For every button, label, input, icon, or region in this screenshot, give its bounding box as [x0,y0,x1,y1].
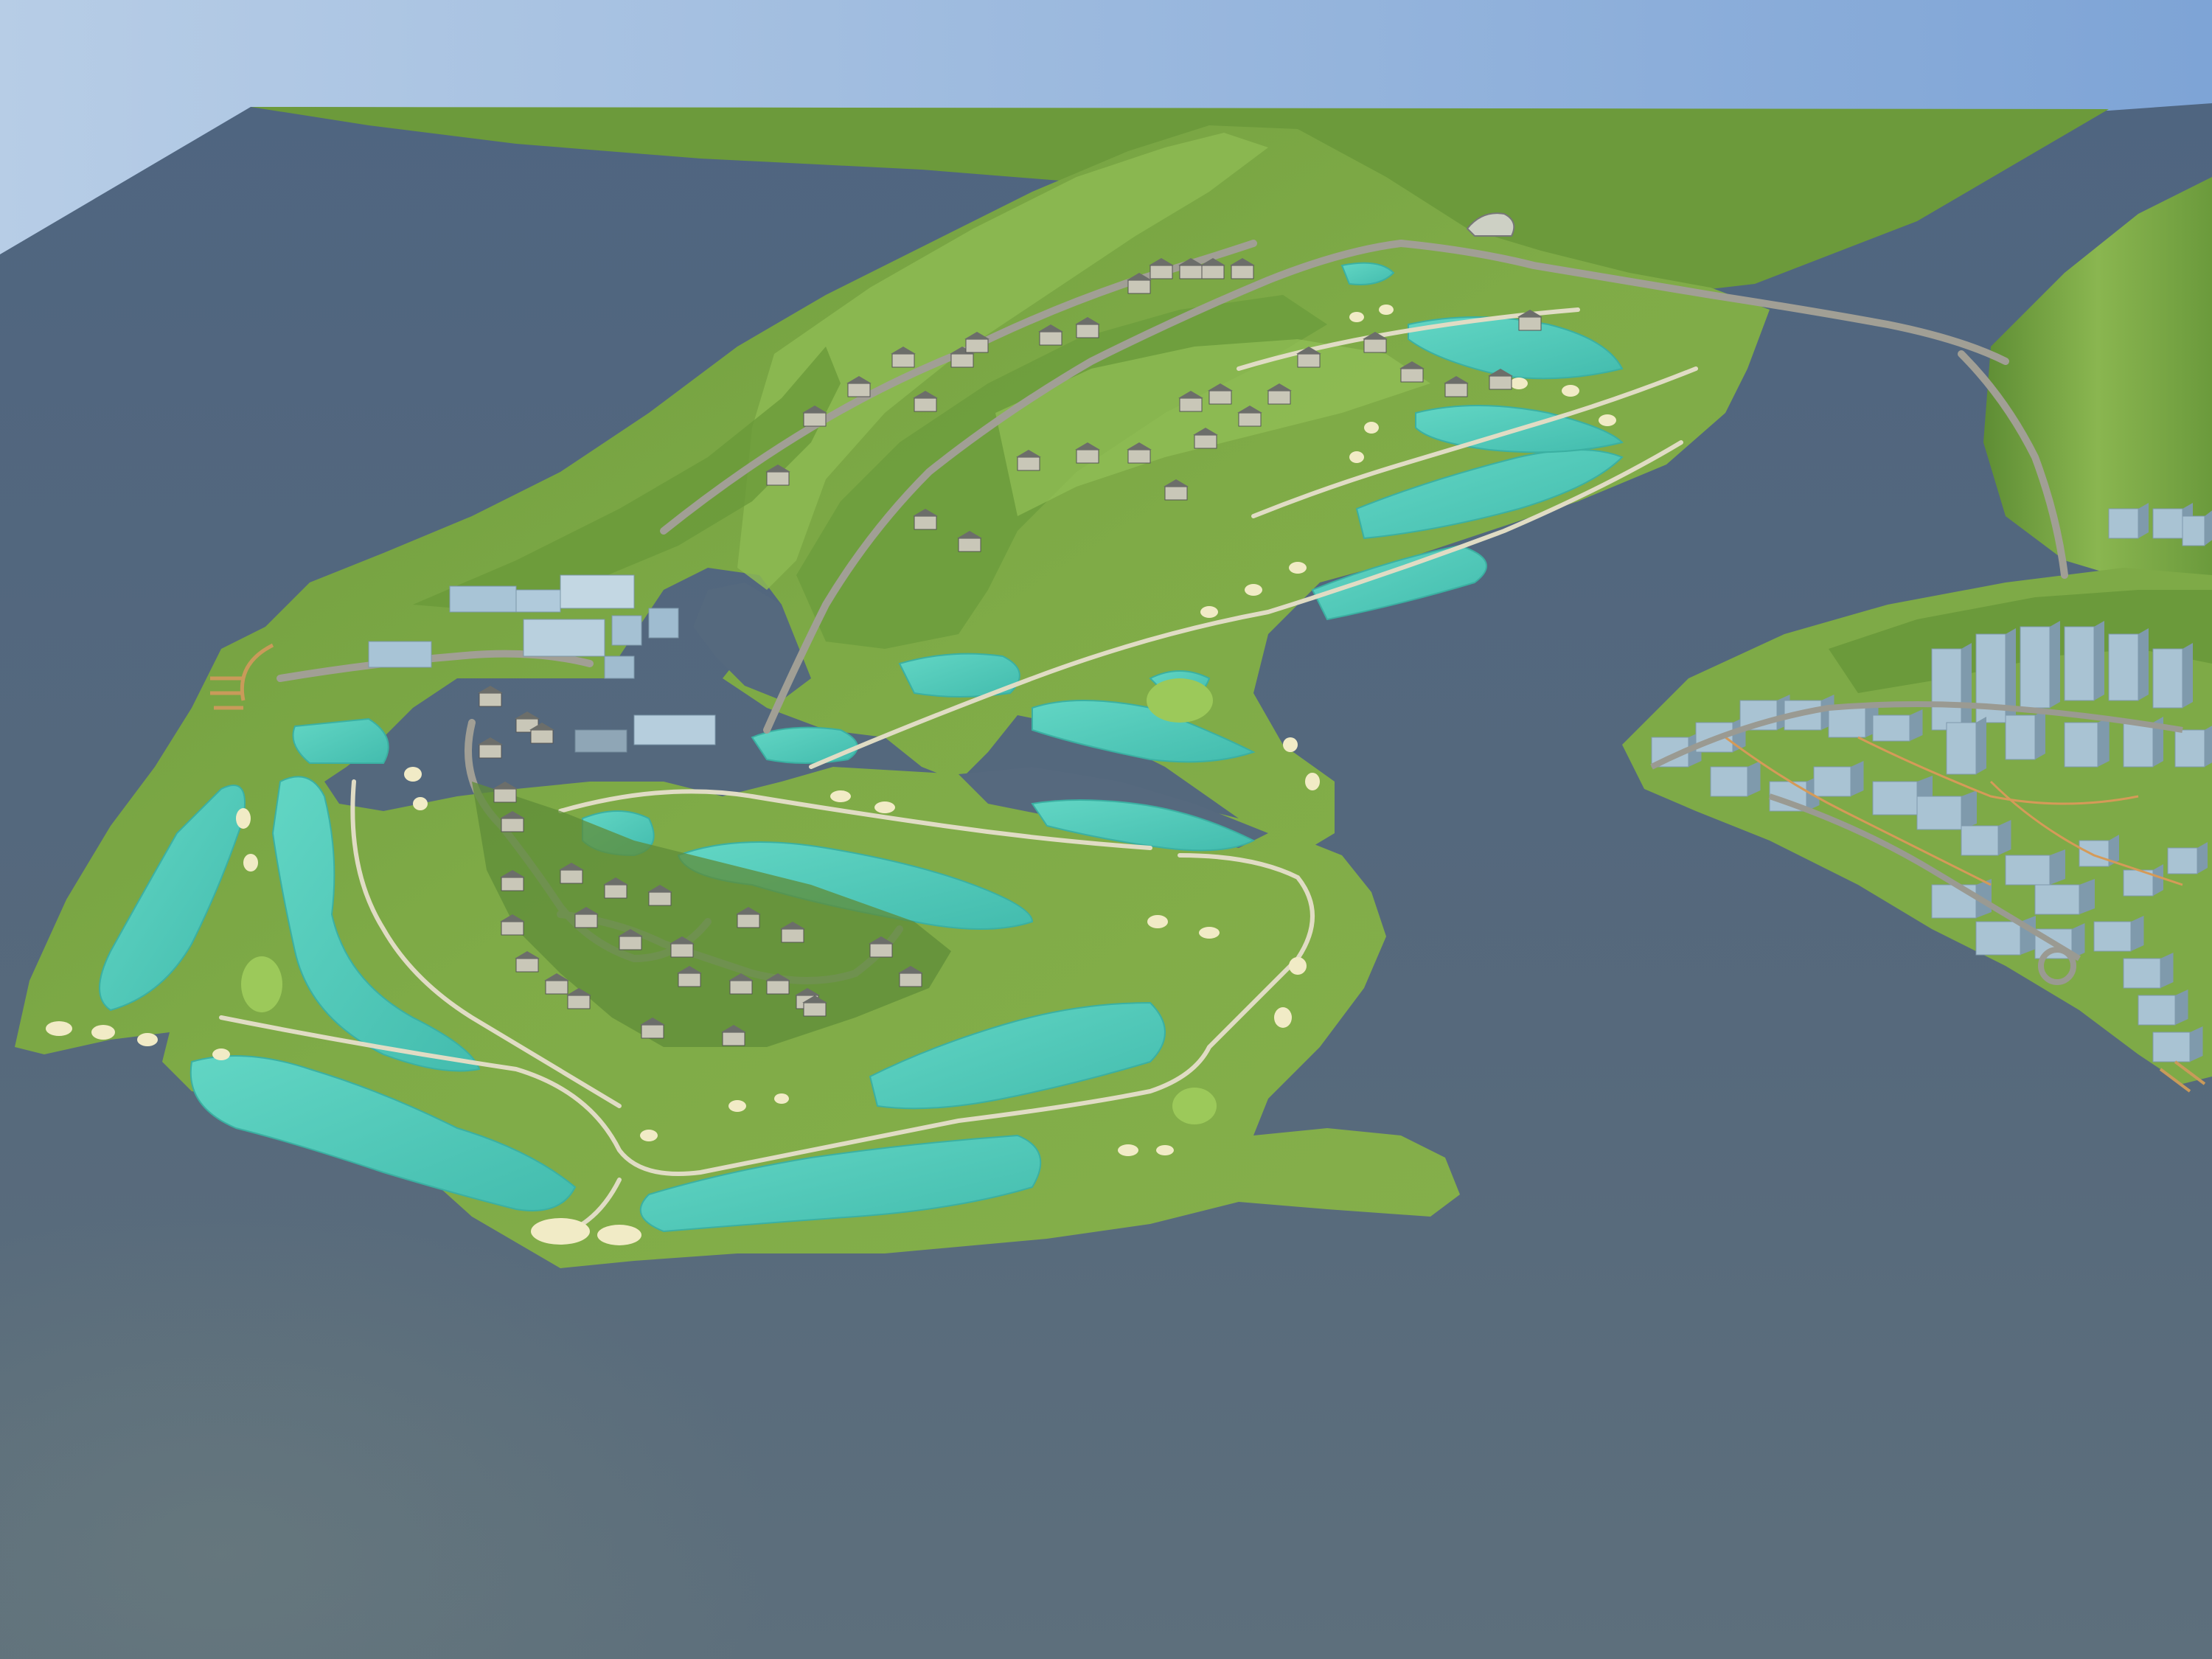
pond-west-top [292,717,389,764]
bunker-12 [728,1100,746,1112]
bunker-17 [1289,957,1307,975]
bunker-15 [1156,1145,1174,1155]
green-3 [1172,1088,1217,1124]
bunker-21 [1283,737,1298,752]
bunker-1 [46,1021,72,1036]
tower-building-icon [1916,790,1977,830]
tower-building-icon [2064,621,2104,701]
resort-building-7 [368,641,432,668]
resort-building-2 [515,589,561,613]
bunker-14 [1118,1144,1138,1156]
green-2 [1147,678,1213,723]
tower-building-icon [2005,709,2045,760]
clubhouse-annex [574,729,627,753]
bunker-3 [137,1033,158,1046]
aerial-masterplan-render [0,0,2212,1659]
bunker-32 [1364,422,1379,434]
resort-building-3 [523,619,605,657]
bunker-4 [212,1048,230,1060]
scene-svg [0,0,2212,1659]
tower-building-icon [1975,916,2036,956]
bunker-8 [413,797,428,810]
bunker-23 [874,801,895,813]
bunker-31 [1379,305,1394,315]
resort-building-1 [449,585,517,613]
bunker-16 [1274,1007,1292,1028]
bunker-33 [1349,451,1364,463]
tower-building-icon [1946,717,1986,775]
bunker-26 [1289,562,1307,574]
resort-building-4 [560,574,635,609]
bunker-24 [1200,606,1218,618]
tower-building-icon [2108,628,2149,701]
bunker-28 [1562,385,1579,397]
bunker-27 [1510,378,1528,389]
resort-building-5 [611,615,642,646]
bunker-19 [1199,927,1220,939]
clubhouse-main [633,714,716,745]
bunker-22 [830,790,851,802]
bunker-20 [1305,773,1320,790]
tower-building-icon [2152,643,2193,709]
tower-building-icon [2020,621,2060,709]
bunker-2 [91,1025,115,1040]
tower-building-icon [1931,643,1972,731]
bunker-25 [1245,584,1262,596]
bunker-29 [1599,414,1616,426]
resort-building-8 [604,655,635,679]
tower-building-icon [2064,717,2110,768]
bunker-10 [597,1225,641,1245]
bunker-6 [243,854,258,872]
bunker-9 [531,1218,590,1245]
bunker-5 [236,808,251,829]
bunker-7 [404,767,422,782]
bunker-30 [1349,312,1364,322]
bunker-13 [774,1093,789,1104]
bunker-11 [640,1130,658,1141]
bunker-18 [1147,915,1168,928]
resort-building-6 [648,608,679,639]
green-1 [241,956,282,1012]
